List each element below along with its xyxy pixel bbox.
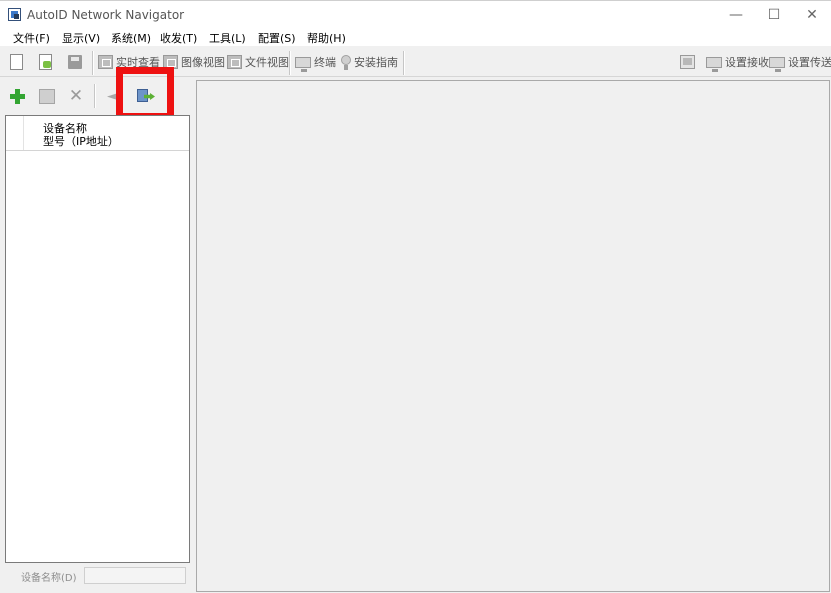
computer-button[interactable] [680, 51, 695, 73]
file-view-label: 文件视图 [245, 56, 289, 69]
lightbulb-icon [341, 55, 351, 70]
setting-send-button[interactable]: 设置传送 [769, 51, 831, 73]
device-name-field[interactable] [84, 567, 186, 584]
menu-transfer[interactable]: 收发(T) [160, 30, 197, 46]
terminal-button[interactable]: 终端 [295, 51, 336, 73]
setting-receive-label: 设置接收 [725, 56, 769, 69]
add-plus-icon [9, 88, 25, 104]
toolbar-separator [94, 84, 96, 108]
window-title: AutoID Network Navigator [27, 8, 185, 22]
menu-config[interactable]: 配置(S) [258, 30, 296, 46]
computer-icon [680, 55, 695, 69]
highlight-box [116, 67, 174, 120]
terminal-icon [295, 56, 311, 72]
image-view-label: 图像视图 [181, 56, 225, 69]
add-device-button[interactable] [6, 85, 28, 107]
device-name-label: 设备名称(D) [21, 573, 77, 584]
setting-receive-button[interactable]: 设置接收 [706, 51, 769, 73]
menu-bar: 文件(F) 显示(V) 系统(M) 收发(T) 工具(L) 配置(S) 帮助(H… [0, 28, 831, 46]
install-guide-label: 安装指南 [354, 56, 398, 69]
save-disk-icon [68, 55, 82, 69]
setting-send-label: 设置传送 [788, 56, 831, 69]
new-button[interactable] [10, 51, 23, 73]
title-bar: AutoID Network Navigator — ☐ ✕ [0, 0, 831, 28]
toolbar-separator [289, 51, 291, 75]
save-button[interactable] [68, 51, 82, 73]
open-document-icon [39, 54, 52, 70]
menu-view[interactable]: 显示(V) [62, 30, 100, 46]
realtime-view-icon [98, 55, 113, 69]
toolbar-separator [403, 51, 405, 75]
main-content-area [196, 80, 830, 592]
device-settings-button[interactable] [36, 85, 58, 107]
receive-monitor-icon [706, 56, 722, 72]
toolbar-separator [92, 51, 94, 75]
menu-tools[interactable]: 工具(L) [209, 30, 246, 46]
send-monitor-icon [769, 56, 785, 72]
app-logo-icon [8, 8, 21, 21]
file-view-button[interactable]: 文件视图 [227, 51, 289, 73]
device-list-header: 设备名称 型号（IP地址） [6, 116, 189, 151]
open-button[interactable] [39, 51, 52, 73]
close-button[interactable]: ✕ [790, 1, 831, 29]
new-document-icon [10, 54, 23, 70]
menu-file[interactable]: 文件(F) [13, 30, 50, 46]
column-divider [23, 116, 24, 150]
file-view-icon [227, 55, 242, 69]
menu-system[interactable]: 系统(M) [111, 30, 151, 46]
menu-help[interactable]: 帮助(H) [307, 30, 346, 46]
header-model-ip: 型号（IP地址） [43, 135, 119, 148]
device-settings-icon [39, 88, 55, 104]
device-list[interactable]: 设备名称 型号（IP地址） [5, 115, 190, 563]
delete-device-button[interactable]: ✕ [65, 85, 87, 107]
delete-x-icon: ✕ [68, 85, 84, 106]
install-guide-button[interactable]: 安装指南 [341, 51, 398, 73]
terminal-label: 终端 [314, 56, 336, 69]
